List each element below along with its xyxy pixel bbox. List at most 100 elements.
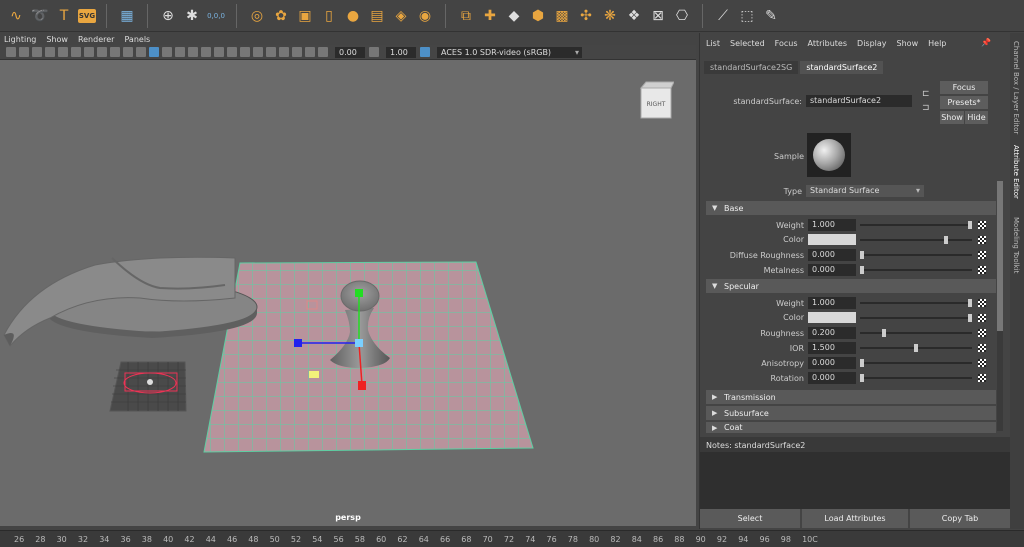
pencil-icon[interactable]: ⬚ bbox=[737, 6, 757, 26]
lights-icon[interactable] bbox=[188, 47, 198, 57]
pin-icon[interactable]: 📌 bbox=[981, 38, 991, 47]
texture-map-icon[interactable] bbox=[978, 221, 986, 229]
bridge-icon[interactable]: ▩ bbox=[552, 6, 572, 26]
menu-selected[interactable]: Selected bbox=[730, 39, 765, 48]
focus-button[interactable]: Focus bbox=[940, 81, 988, 94]
notes-textarea[interactable] bbox=[700, 452, 1010, 509]
camera-icon[interactable]: ❖ bbox=[624, 6, 644, 26]
shadows-icon[interactable] bbox=[201, 47, 211, 57]
cube-icon[interactable]: ▣ bbox=[295, 6, 315, 26]
texture-map-icon[interactable] bbox=[978, 299, 986, 307]
safe-title-icon[interactable] bbox=[110, 47, 120, 57]
attribute-slider[interactable] bbox=[860, 236, 972, 244]
sculpt-icon[interactable]: ✿ bbox=[271, 6, 291, 26]
film-gate-icon[interactable] bbox=[71, 47, 81, 57]
torus-icon[interactable]: ◈ bbox=[391, 6, 411, 26]
tab-attribute-editor[interactable]: Attribute Editor bbox=[1012, 145, 1020, 199]
color-swatch[interactable] bbox=[808, 312, 856, 323]
scrollbar-thumb[interactable] bbox=[997, 181, 1003, 331]
texture-map-icon[interactable] bbox=[978, 344, 986, 352]
input-connection-icon[interactable]: ⊏ bbox=[922, 89, 930, 99]
texture-map-icon[interactable] bbox=[978, 236, 986, 244]
section-specular[interactable]: ▼ Specular bbox=[706, 279, 996, 293]
menu-panels[interactable]: Panels bbox=[124, 35, 150, 44]
attribute-slider[interactable] bbox=[860, 221, 972, 229]
pan-zoom-icon[interactable] bbox=[123, 47, 133, 57]
menu-show[interactable]: Show bbox=[897, 39, 919, 48]
attribute-slider[interactable] bbox=[860, 374, 972, 382]
merge-icon[interactable]: ✣ bbox=[576, 6, 596, 26]
attribute-value-field[interactable]: 0.000 bbox=[808, 372, 856, 384]
spiral-icon[interactable]: ➰ bbox=[30, 6, 50, 26]
type-select[interactable]: Standard Surface ▾ bbox=[806, 185, 924, 197]
slider-handle[interactable] bbox=[914, 344, 918, 352]
color-swatch[interactable] bbox=[808, 234, 856, 245]
wireframe-on-shaded-icon[interactable] bbox=[162, 47, 172, 57]
attribute-slider[interactable] bbox=[860, 329, 972, 337]
menu-attributes[interactable]: Attributes bbox=[808, 39, 848, 48]
select-button[interactable]: Select bbox=[700, 509, 800, 528]
bound-box-icon[interactable]: ⟋ bbox=[713, 6, 733, 26]
menu-focus[interactable]: Focus bbox=[775, 39, 798, 48]
xray-icon[interactable] bbox=[279, 47, 289, 57]
uv-icon[interactable]: ❋ bbox=[600, 6, 620, 26]
presets-button[interactable]: Presets* bbox=[940, 96, 988, 109]
attribute-slider[interactable] bbox=[860, 266, 972, 274]
curve-icon[interactable]: ∿ bbox=[6, 6, 26, 26]
attribute-value-field[interactable]: 1.500 bbox=[808, 342, 856, 354]
attribute-value-field[interactable]: 0.200 bbox=[808, 327, 856, 339]
copy-tab-button[interactable]: Copy Tab bbox=[910, 509, 1010, 528]
mirror-icon[interactable]: ⎔ bbox=[672, 6, 692, 26]
color-management-icon[interactable] bbox=[420, 47, 430, 57]
extrude-icon[interactable]: ◆ bbox=[504, 6, 524, 26]
grid-toggle-icon[interactable] bbox=[58, 47, 68, 57]
slider-handle[interactable] bbox=[860, 266, 864, 274]
material-swatch[interactable] bbox=[807, 133, 851, 177]
textured-icon[interactable] bbox=[175, 47, 185, 57]
bookmark-icon[interactable] bbox=[32, 47, 42, 57]
depth-of-field-icon[interactable] bbox=[253, 47, 263, 57]
viewcube[interactable]: RIGHT bbox=[638, 80, 675, 120]
xray-components-icon[interactable] bbox=[305, 47, 315, 57]
anti-alias-icon[interactable] bbox=[240, 47, 250, 57]
pencil-icon[interactable]: ✎ bbox=[761, 6, 781, 26]
snap-icon[interactable]: ⊕ bbox=[158, 6, 178, 26]
cone-icon[interactable]: ◉ bbox=[415, 6, 435, 26]
texture-map-icon[interactable] bbox=[978, 251, 986, 259]
attribute-value-field[interactable]: 1.000 bbox=[808, 219, 856, 231]
wireframe-icon[interactable] bbox=[136, 47, 146, 57]
time-slider[interactable]: 26 28 30 32 34 36 38 40 42 44 46 48 50 52 54 56 58 60 62 64… bbox=[0, 530, 1024, 547]
attribute-scrollbar[interactable] bbox=[997, 181, 1003, 431]
menu-lighting[interactable]: Lighting bbox=[4, 35, 36, 44]
slider-handle[interactable] bbox=[968, 314, 972, 322]
pivot-icon[interactable]: ✱ bbox=[182, 6, 202, 26]
lasso-icon[interactable]: ◎ bbox=[247, 6, 267, 26]
slider-handle[interactable] bbox=[944, 236, 948, 244]
camera-select-icon[interactable] bbox=[6, 47, 16, 57]
load-attributes-button[interactable]: Load Attributes bbox=[802, 509, 908, 528]
slider-handle[interactable] bbox=[860, 374, 864, 382]
node-name-field[interactable]: standardSurface2 bbox=[806, 95, 912, 107]
attribute-slider[interactable] bbox=[860, 251, 972, 259]
text-tool-icon[interactable]: T bbox=[54, 6, 74, 26]
menu-renderer[interactable]: Renderer bbox=[78, 35, 115, 44]
image-plane-icon[interactable] bbox=[45, 47, 55, 57]
tab-channel-box[interactable]: Channel Box / Layer Editor bbox=[1012, 41, 1020, 134]
camera-attr-icon[interactable] bbox=[19, 47, 29, 57]
tab-standard-surface[interactable]: standardSurface2 bbox=[800, 61, 884, 74]
attribute-value-field[interactable]: 0.000 bbox=[808, 264, 856, 276]
bevel-icon[interactable]: ⬢ bbox=[528, 6, 548, 26]
slider-handle[interactable] bbox=[882, 329, 886, 337]
menu-list[interactable]: List bbox=[706, 39, 720, 48]
attribute-value-field[interactable]: 0.000 bbox=[808, 249, 856, 261]
show-button[interactable]: Show bbox=[940, 111, 964, 124]
safe-action-icon[interactable] bbox=[97, 47, 107, 57]
menu-display[interactable]: Display bbox=[857, 39, 887, 48]
attribute-value-field[interactable]: 0.000 bbox=[808, 357, 856, 369]
slider-handle[interactable] bbox=[968, 299, 972, 307]
plane-icon[interactable]: ▤ bbox=[367, 6, 387, 26]
slider-handle[interactable] bbox=[860, 251, 864, 259]
gamma-field[interactable]: 1.00 bbox=[386, 46, 416, 58]
isolate-select-icon[interactable] bbox=[266, 47, 276, 57]
texture-map-icon[interactable] bbox=[978, 359, 986, 367]
